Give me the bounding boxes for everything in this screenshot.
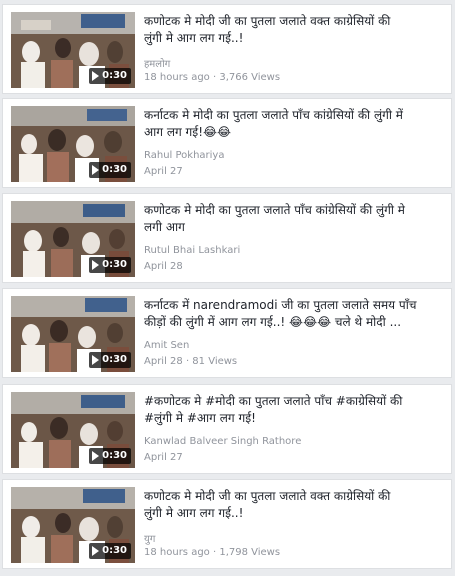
- video-title-line: लगी आग: [144, 220, 185, 234]
- duration-text: 0:30: [102, 259, 127, 270]
- video-duration-badge: 0:30: [89, 162, 131, 178]
- video-duration-badge: 0:30: [89, 352, 131, 368]
- video-title[interactable]: कणोटक मे मोदी जी का पुतला जलाते वक्त काग…: [144, 488, 444, 522]
- video-card[interactable]: 0:30 कणोटक मे मोदी जी का पुतला जलाते वक्…: [2, 479, 452, 569]
- video-card[interactable]: 0:30 #कणोटक मे #मोदी का पुतला जलाते पाँच…: [2, 384, 452, 474]
- duration-text: 0:30: [102, 164, 127, 175]
- video-duration-badge: 0:30: [89, 257, 131, 273]
- video-thumbnail[interactable]: 0:30: [11, 392, 135, 468]
- duration-text: 0:30: [102, 545, 127, 556]
- video-thumbnail[interactable]: 0:30: [11, 296, 135, 372]
- video-card[interactable]: 0:30 कणोटक मे मोदी जी का पुतला जलाते वक्…: [2, 4, 452, 94]
- video-title[interactable]: कर्नाटक मे मोदी का पुतला जलाते पाँच कांग…: [144, 107, 444, 141]
- video-duration-badge: 0:30: [89, 68, 131, 84]
- duration-text: 0:30: [102, 450, 127, 461]
- play-icon: [92, 546, 100, 556]
- video-title-line: कीड़ों की लुंगी में आग लग गई..! 😂😂😂 चले …: [144, 315, 402, 329]
- video-title-line: कर्नाटक में narendramodi जी का पुतला जला…: [144, 298, 417, 312]
- video-title-line: आग लग गई!😂😂: [144, 125, 232, 139]
- play-icon: [92, 451, 100, 461]
- video-title-line: लुंगी मे आग लग गई..!: [144, 31, 244, 45]
- duration-text: 0:30: [102, 354, 127, 365]
- video-thumbnail[interactable]: 0:30: [11, 487, 135, 563]
- video-title-line: लुंगी मे आग लग गई..!: [144, 506, 244, 520]
- video-author[interactable]: हमलोग: [144, 56, 170, 70]
- video-thumbnail[interactable]: 0:30: [11, 106, 135, 182]
- video-thumbnail[interactable]: 0:30: [11, 12, 135, 88]
- video-meta: April 27: [144, 452, 183, 463]
- video-card[interactable]: 0:30 कणोटक मे मोदी का पुतला जलाते पाँच क…: [2, 193, 452, 283]
- video-meta: April 28: [144, 261, 183, 272]
- video-duration-badge: 0:30: [89, 448, 131, 464]
- duration-text: 0:30: [102, 70, 127, 81]
- video-title-line: कर्नाटक मे मोदी का पुतला जलाते पाँच कांग…: [144, 108, 403, 122]
- video-title-line: #कणोटक मे #मोदी का पुतला जलाते पाँच #काग…: [144, 394, 403, 408]
- video-author[interactable]: Amit Sen: [144, 340, 189, 351]
- play-icon: [92, 260, 100, 270]
- play-icon: [92, 71, 100, 81]
- video-card[interactable]: 0:30 कर्नाटक में narendramodi जी का पुतल…: [2, 288, 452, 378]
- video-title[interactable]: कणोटक मे मोदी का पुतला जलाते पाँच कांग्र…: [144, 202, 444, 236]
- video-title-line: #लुंगी मे #आग लग गई!: [144, 411, 256, 425]
- video-card[interactable]: 0:30 कर्नाटक मे मोदी का पुतला जलाते पाँच…: [2, 98, 452, 188]
- video-thumbnail[interactable]: 0:30: [11, 201, 135, 277]
- video-author[interactable]: Rutul Bhai Lashkari: [144, 245, 240, 256]
- video-title-line: कणोटक मे मोदी जी का पुतला जलाते वक्त काग…: [144, 14, 391, 28]
- video-meta: 18 hours ago · 1,798 Views: [144, 547, 281, 558]
- video-author[interactable]: Kanwlad Balveer Singh Rathore: [144, 436, 301, 447]
- play-icon: [92, 165, 100, 175]
- video-title[interactable]: कणोटक मे मोदी जी का पुतला जलाते वक्त काग…: [144, 13, 444, 47]
- video-author[interactable]: युग: [144, 531, 155, 545]
- video-meta: April 28 · 81 Views: [144, 356, 238, 367]
- video-results-list: 0:30 कणोटक मे मोदी जी का पुतला जलाते वक्…: [0, 0, 455, 576]
- video-author[interactable]: Rahul Pokhariya: [144, 150, 224, 161]
- video-meta: 18 hours ago · 3,766 Views: [144, 72, 281, 83]
- video-title-line: कणोटक मे मोदी जी का पुतला जलाते वक्त काग…: [144, 489, 391, 503]
- video-title[interactable]: #कणोटक मे #मोदी का पुतला जलाते पाँच #काग…: [144, 393, 444, 427]
- video-meta: April 27: [144, 166, 183, 177]
- video-duration-badge: 0:30: [89, 543, 131, 559]
- play-icon: [92, 355, 100, 365]
- video-title-line: कणोटक मे मोदी का पुतला जलाते पाँच कांग्र…: [144, 203, 405, 217]
- video-title[interactable]: कर्नाटक में narendramodi जी का पुतला जला…: [144, 297, 444, 331]
